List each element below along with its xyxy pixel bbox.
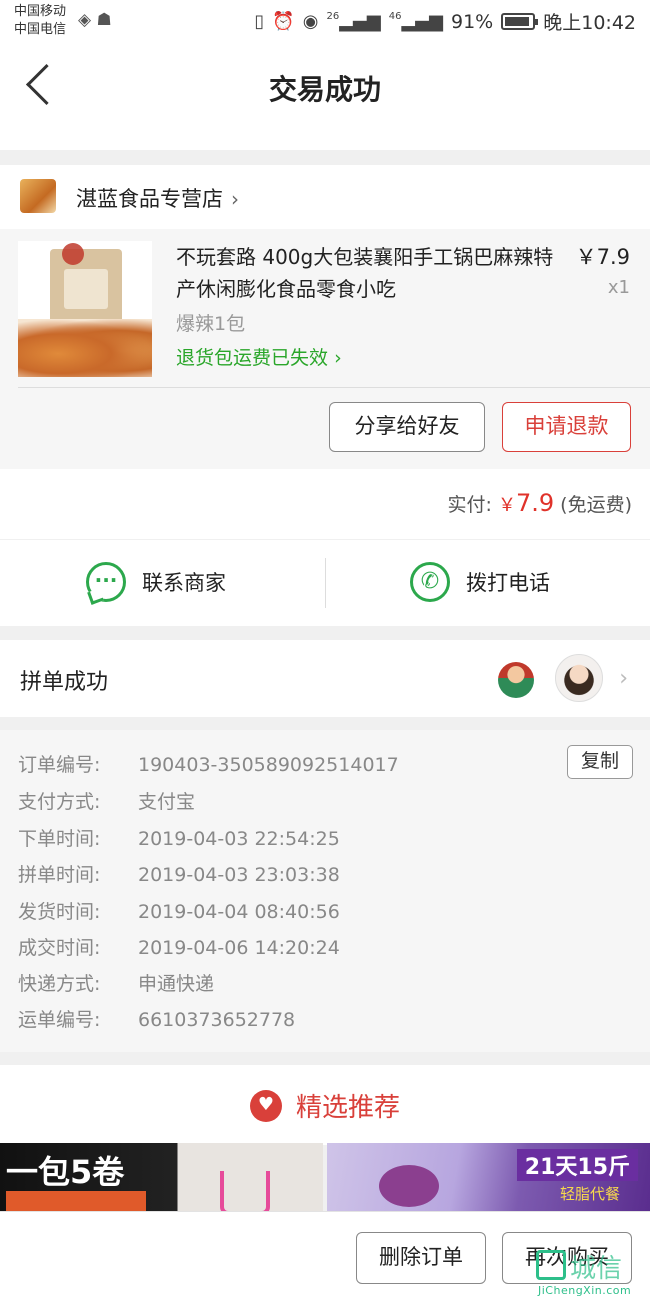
paid-total: 实付: ￥7.9 (免运费) (448, 489, 633, 517)
product-chips (18, 319, 152, 377)
watermark-text: 城信 (570, 1254, 623, 1284)
chevron-right-icon: › (231, 187, 239, 211)
recommend-item[interactable]: 一包5卷 (0, 1143, 323, 1211)
penguin-icon: ☗ (96, 10, 112, 30)
detail-row-payment-method: 支付方式: 支付宝 (18, 791, 196, 813)
payment-summary: 实付: ￥7.9 (免运费) (0, 469, 650, 539)
heart-icon (249, 1089, 282, 1122)
clock: 晚上10:42 (543, 12, 636, 34)
group-buy-label: 拼单成功 (20, 670, 109, 695)
shop-link[interactable]: 湛蓝食品专营店 › (76, 183, 239, 213)
carrier-1: 中国移动 (14, 4, 67, 19)
call-button[interactable]: 拨打电话 (410, 562, 550, 602)
product-price: ￥7.9 (575, 245, 630, 269)
battery-level (505, 17, 529, 26)
refund-button[interactable]: 申请退款 (502, 402, 631, 452)
shop-name: 湛蓝食品专营店 (76, 187, 223, 211)
recommend-item[interactable]: 21天15斤 轻脂代餐 (327, 1143, 650, 1211)
status-bar: 中国移动 中国电信 ◈ ☗ ▯ ⏰ ◉ 26▂▄▆ 46▂▄▆ 91% 晚上10… (0, 0, 650, 44)
recommend-header: 精选推荐 (0, 1065, 650, 1145)
shipping-note: (免运费) (560, 494, 632, 516)
detail-row-tracking-number: 运单编号: 6610373652778 (18, 1009, 296, 1031)
chevron-right-icon: › (619, 666, 628, 691)
recommend-banners: 一包5卷 21天15斤 轻脂代餐 (0, 1143, 650, 1211)
notification-icons: ◈ ☗ (78, 10, 112, 30)
eye-icon: ◉ (302, 11, 319, 32)
banner-strip (6, 1191, 146, 1211)
paid-amount: 7.9 (515, 489, 555, 517)
order-details: 订单编号: 190403-350589092514017 复制 支付方式: 支付宝 … (0, 730, 650, 1052)
carrier-2: 中国电信 (14, 22, 67, 37)
detail-row-deal-time: 成交时间: 2019-04-06 14:20:24 (18, 937, 340, 959)
signal-icon: 26▂▄▆ (326, 11, 381, 32)
avatar (555, 654, 603, 702)
copy-button[interactable]: 复制 (567, 745, 633, 779)
phone-icon (410, 562, 450, 602)
alarm-icon: ⏰ (272, 11, 295, 32)
watermark-logo (536, 1250, 566, 1280)
contact-merchant-label: 联系商家 (142, 571, 226, 595)
shop-header[interactable]: 湛蓝食品专营店 › (0, 165, 650, 229)
product-title[interactable]: 不玩套路 400g大包装襄阳手工锅巴麻辣特产休闲膨化食品零食小吃 (176, 241, 556, 305)
vibrate-icon: ▯ (254, 11, 265, 32)
carrier-info: 中国移动 中国电信 (14, 3, 66, 39)
nav-bar: 交易成功 (0, 44, 650, 150)
watermark: 城信 JiChengXin.com (532, 1248, 650, 1300)
product-image[interactable] (18, 241, 152, 377)
signal-icon-2: 46▂▄▆ (388, 11, 443, 32)
detail-row-order-time: 下单时间: 2019-04-03 22:54:25 (18, 828, 340, 850)
product-seal (62, 243, 84, 265)
layers-icon: ◈ (78, 10, 92, 30)
bag-icon (220, 1171, 270, 1211)
detail-row-ship-time: 发货时间: 2019-04-04 08:40:56 (18, 901, 340, 923)
divider (325, 558, 326, 608)
recommend-title: 精选推荐 (295, 1093, 400, 1123)
detail-row-order-number: 订单编号: 190403-350589092514017 (18, 754, 399, 776)
avatar (498, 662, 534, 698)
contact-merchant-button[interactable]: 联系商家 (86, 562, 226, 602)
return-shipping-notice[interactable]: 退货包运费已失效 › (176, 343, 342, 370)
paid-currency: ￥ (497, 495, 516, 516)
battery-icon (501, 13, 539, 30)
banner-text: 21天15斤 (516, 1149, 638, 1181)
contact-row: 联系商家 拨打电话 (0, 540, 650, 626)
notice-text: 退货包运费已失效 (176, 347, 329, 369)
paid-label: 实付: (447, 494, 492, 516)
banner-text: 一包5卷 (6, 1153, 125, 1191)
chevron-right-icon: › (334, 347, 342, 369)
recommend-title-row: 精选推荐 (0, 1087, 650, 1124)
shop-logo (20, 179, 56, 213)
detail-row-courier: 快递方式: 申通快递 (18, 973, 215, 995)
detail-row-group-time: 拼单时间: 2019-04-03 23:03:38 (18, 864, 340, 886)
delete-order-button[interactable]: 删除订单 (356, 1232, 486, 1284)
product-spec: 爆辣1包 (176, 313, 246, 335)
divider (18, 387, 650, 388)
page-title: 交易成功 (268, 73, 381, 106)
product-quantity: x1 (607, 277, 630, 298)
chat-icon (86, 562, 126, 602)
watermark-url: JiChengXin.com (538, 1284, 632, 1297)
call-label: 拨打电话 (466, 571, 550, 595)
share-button[interactable]: 分享给好友 (329, 402, 485, 452)
banner-subtext: 轻脂代餐 (559, 1185, 620, 1203)
battery-percent: 91% (451, 10, 494, 33)
system-indicators: ▯ ⏰ ◉ 26▂▄▆ 46▂▄▆ 91% 晚上10:42 (254, 8, 636, 35)
product-disc (379, 1165, 439, 1207)
product-card[interactable]: 不玩套路 400g大包装襄阳手工锅巴麻辣特产休闲膨化食品零食小吃 ￥7.9 x1… (0, 229, 650, 469)
group-buy-row[interactable]: 拼单成功 › (0, 640, 650, 717)
